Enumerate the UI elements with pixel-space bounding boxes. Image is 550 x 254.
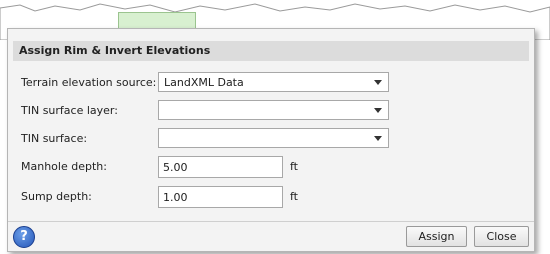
tin-layer-dropdown[interactable] — [158, 100, 389, 120]
manhole-depth-row: Manhole depth: ft — [8, 156, 534, 178]
manhole-depth-label: Manhole depth: — [21, 160, 107, 173]
tin-surface-dropdown[interactable] — [158, 128, 389, 148]
chevron-down-icon — [374, 80, 382, 85]
tin-layer-label: TIN surface layer: — [21, 104, 118, 117]
chevron-down-icon — [374, 108, 382, 113]
sump-depth-input[interactable] — [159, 188, 277, 206]
chevron-down-icon — [374, 136, 382, 141]
terrain-source-row: Terrain elevation source: LandXML Data — [8, 72, 534, 94]
sump-depth-row: Sump depth: ft — [8, 186, 534, 208]
assign-button[interactable]: Assign — [406, 226, 467, 247]
help-icon[interactable]: ? — [13, 226, 35, 248]
tin-layer-row: TIN surface layer: — [8, 100, 534, 122]
sump-depth-field[interactable] — [158, 186, 283, 208]
manhole-depth-unit: ft — [290, 160, 298, 173]
tin-surface-label: TIN surface: — [21, 132, 88, 145]
terrain-source-label: Terrain elevation source: — [21, 76, 157, 89]
dialog-footer: ? Assign Close — [8, 221, 534, 252]
sump-depth-label: Sump depth: — [21, 190, 92, 203]
terrain-source-dropdown[interactable]: LandXML Data — [158, 72, 389, 92]
assign-elevations-dialog: Assign Rim & Invert Elevations Terrain e… — [7, 28, 535, 252]
manhole-depth-input[interactable] — [159, 158, 277, 176]
section-header: Assign Rim & Invert Elevations — [13, 41, 529, 61]
tin-surface-row: TIN surface: — [8, 128, 534, 150]
sump-depth-unit: ft — [290, 190, 298, 203]
terrain-source-value: LandXML Data — [164, 76, 244, 89]
manhole-depth-field[interactable] — [158, 156, 283, 178]
close-button[interactable]: Close — [474, 226, 529, 247]
